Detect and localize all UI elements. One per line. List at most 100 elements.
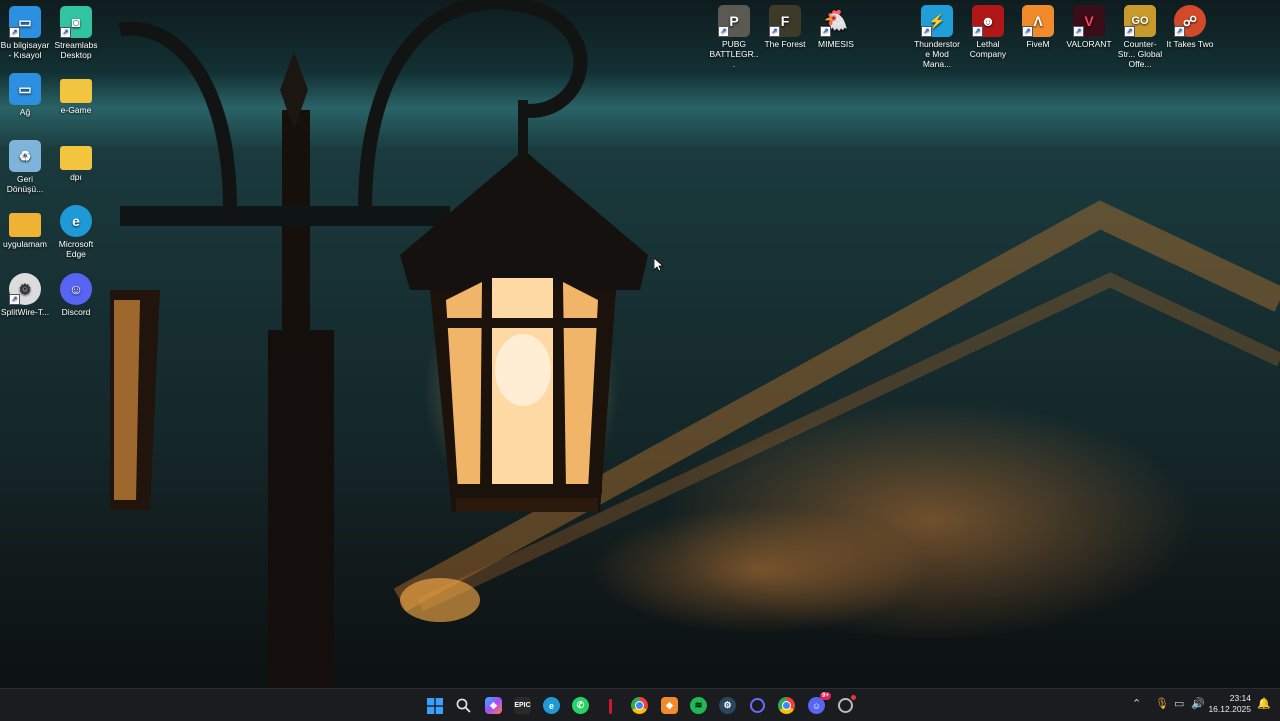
chrome-button[interactable] [631, 697, 648, 714]
icon-label: Discord [61, 307, 91, 317]
fivem-shortcut[interactable]: Λ ↗ FiveM [1013, 5, 1063, 49]
microphone-icon[interactable]: 🎙 [1155, 697, 1169, 710]
epic-games-icon: EPIC [514, 702, 531, 709]
splitwire-icon: ⚙ ↗ [9, 273, 41, 305]
splitwire-shortcut[interactable]: ⚙ ↗ SplitWire-T... [0, 273, 50, 317]
copilot-icon: ◈ [490, 700, 497, 710]
orange-app-button[interactable]: ◆ [661, 697, 678, 714]
edge-taskbar-button[interactable]: e [543, 697, 560, 714]
icon-label: uygulamam [3, 239, 47, 249]
folder-icon [60, 79, 92, 103]
icon-label: Geri Dönüşü... [6, 174, 44, 194]
notification-bell-icon[interactable]: 🔔 [1257, 697, 1271, 710]
whatsapp-button[interactable]: ✆ [572, 697, 589, 714]
valorant-icon: V ↗ [1073, 5, 1105, 37]
recycle-bin-icon: ♻ [9, 140, 41, 172]
folder-icon [9, 213, 41, 237]
streamlabs-taskbar-button[interactable] [837, 695, 856, 714]
icon-label: FiveM [1026, 39, 1050, 49]
clock-date: 16.12.2025 [1208, 704, 1251, 714]
red-app-button[interactable]: ❙ [602, 697, 619, 714]
geri-donusum-kutusu[interactable]: ♻ Geri Dönüşü... [0, 140, 50, 194]
discord-icon: ☺ [811, 700, 822, 711]
icon-label: PUBG BATTLEGR... [709, 39, 759, 69]
clock-time: 23:14 [1229, 693, 1251, 703]
chrome-icon [782, 701, 791, 710]
fivem-icon: Λ ↗ [1022, 5, 1054, 37]
show-hidden-icons-chevron-up-icon[interactable]: ⌃ [1132, 697, 1141, 710]
status-dot [851, 695, 856, 700]
clock[interactable]: 23:14 16.12.2025 [1208, 693, 1251, 715]
streamlabs-shortcut[interactable]: ◙ ↗ Streamlabs Desktop [51, 6, 101, 60]
the-forest-icon: F ↗ [769, 5, 801, 37]
orange-app-icon: ◆ [666, 700, 673, 710]
notification-badge: 9+ [820, 692, 831, 700]
ag-shortcut[interactable]: ▭ Ağ [0, 73, 50, 117]
icon-label: VALORANT [1066, 39, 1112, 49]
copilot-button[interactable]: ◈ [485, 697, 502, 714]
icon-label: Ağ [19, 107, 31, 117]
steam-icon: ⚙ [723, 700, 732, 710]
network-icon[interactable]: ▭ [1174, 697, 1184, 710]
whatsapp-icon: ✆ [576, 700, 585, 710]
counter-strike-icon: GO ↗ [1124, 5, 1156, 37]
icon-label: MIMESIS [818, 39, 854, 49]
mimesis-shortcut[interactable]: 🐔 ↗ MIMESIS [811, 5, 861, 49]
bu-bilgisayar-shortcut[interactable]: ▭ ↗ Bu bilgisayar - Kısayol [0, 6, 50, 60]
edge-icon: e [548, 700, 554, 711]
icon-label: Bu bilgisayar - Kısayol [0, 40, 50, 60]
icon-label: e-Game [60, 105, 92, 115]
icon-label: SplitWire-T... [0, 307, 50, 317]
discord-icon: ☺ [60, 273, 92, 305]
red-app-icon: ❙ [604, 697, 617, 713]
icon-label: Microsoft Edge [58, 239, 94, 259]
thunderstore-shortcut[interactable]: ⚡ ↗ Thunderstore Mod Mana... [912, 5, 962, 69]
desktop: ▭ ↗ Bu bilgisayar - Kısayol ◙ ↗ Streamlabs… [0, 0, 1280, 688]
icon-label: dpı [70, 172, 82, 182]
streamlabs-icon [838, 698, 853, 713]
folder-icon [60, 146, 92, 170]
valorant-shortcut[interactable]: V ↗ VALORANT [1064, 5, 1114, 49]
epic-games-button[interactable]: EPIC [514, 697, 531, 714]
icon-label: The Forest [764, 39, 806, 49]
spotify-button[interactable]: ≋ [690, 697, 707, 714]
streamlabs-icon: ◙ ↗ [60, 6, 92, 38]
uygulamam-folder[interactable]: uygulamam [0, 207, 50, 249]
edge-icon: e [60, 205, 92, 237]
the-forest-shortcut[interactable]: F ↗ The Forest [760, 5, 810, 49]
network-icon: ▭ [9, 73, 41, 105]
search-icon [456, 698, 471, 713]
ring-app-button[interactable] [749, 697, 766, 714]
it-takes-two-shortcut[interactable]: ☍ ↗ It Takes Two [1165, 5, 1215, 49]
taskbar: ◈ EPIC e ✆ ❙ ◆ ≋ ⚙ ☺ 9+ ⌃ 🎙 ▭ 🔊 23:14 16… [0, 688, 1280, 721]
spotify-icon: ≋ [694, 700, 703, 710]
icon-label: Streamlabs Desktop [54, 40, 98, 60]
icon-label: Thunderstore Mod Mana... [914, 39, 960, 69]
pubg-icon: P ↗ [718, 5, 750, 37]
ring-app-icon [750, 698, 765, 713]
it-takes-two-icon: ☍ ↗ [1174, 5, 1206, 37]
pubg-shortcut[interactable]: P ↗ PUBG BATTLEGR... [709, 5, 759, 69]
mouse-cursor-icon [654, 258, 664, 272]
discord-shortcut[interactable]: ☺ Discord [51, 273, 101, 317]
counter-strike-shortcut[interactable]: GO ↗ Counter-Str... Global Offe... [1115, 5, 1165, 69]
microsoft-edge-shortcut[interactable]: e Microsoft Edge [51, 205, 101, 259]
icon-label: It Takes Two [1166, 39, 1214, 49]
thunderstore-icon: ⚡ ↗ [921, 5, 953, 37]
volume-icon[interactable]: 🔊 [1191, 697, 1205, 710]
chrome-icon [635, 701, 644, 710]
lethal-company-shortcut[interactable]: ☻ ↗ Lethal Company [963, 5, 1013, 59]
start-button[interactable] [426, 697, 443, 714]
icon-label: Lethal Company [969, 39, 1007, 59]
lethal-company-icon: ☻ ↗ [972, 5, 1004, 37]
e-game-folder[interactable]: e-Game [51, 73, 101, 115]
mimesis-icon: 🐔 ↗ [820, 5, 852, 37]
discord-taskbar-button[interactable]: ☺ 9+ [808, 692, 831, 714]
windows-logo-icon [426, 697, 443, 714]
icon-label: Counter-Str... Global Offe... [1117, 39, 1163, 69]
search-button[interactable] [455, 697, 472, 714]
dpi-folder[interactable]: dpı [51, 140, 101, 182]
computer-icon: ▭ ↗ [9, 6, 41, 38]
chrome-profile-button[interactable] [778, 697, 795, 714]
steam-button[interactable]: ⚙ [719, 697, 736, 714]
